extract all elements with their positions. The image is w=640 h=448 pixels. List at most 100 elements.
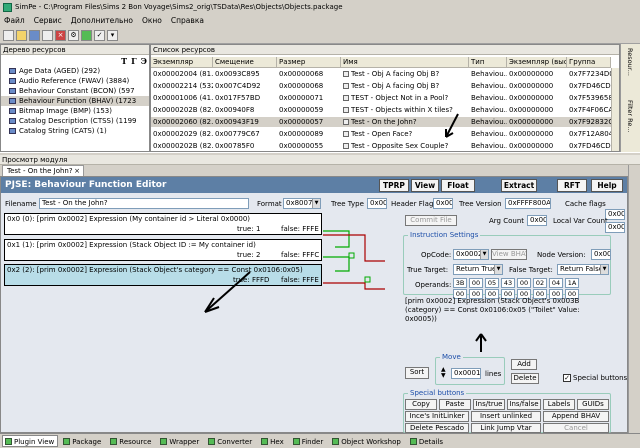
table-row[interactable]: 0x00002029 (82... 0x00779C67 0x00000089 Tes… <box>151 129 611 139</box>
tab-converter[interactable]: Converter <box>205 435 256 447</box>
tprp-button[interactable]: TPRP <box>379 179 409 192</box>
guids-button[interactable]: GUIDs <box>577 399 609 410</box>
tab-wrapper[interactable]: Wrapper <box>157 435 203 447</box>
table-row-selected[interactable]: 0x00002060 (82... 0x00943F19 0x00000057 Tes… <box>151 117 611 127</box>
tree-item[interactable]: Audio Reference (FWAV) (3884) <box>1 76 149 86</box>
column-header-instance-high[interactable]: Экземпляр (выс) <box>507 57 567 68</box>
tab-object-workshop[interactable]: Object Workshop <box>329 435 405 447</box>
delete-pescado-button[interactable]: Delete Pescado <box>405 423 469 433</box>
tree-type-icon[interactable]: T <box>121 56 127 66</box>
table-row[interactable]: 0x0000202B (82... 0x00785F0 0x00000055 Test… <box>151 141 611 151</box>
column-header-instance[interactable]: Экземпляр <box>151 57 213 68</box>
tab-hex[interactable]: Hex <box>258 435 288 447</box>
rft-button[interactable]: RFT <box>557 179 587 192</box>
tree-group-icon[interactable]: Г <box>131 56 137 66</box>
operand-byte[interactable]: 43 <box>501 278 515 288</box>
tab-finder[interactable]: Finder <box>290 435 328 447</box>
operand-byte[interactable]: 3B <box>453 278 467 288</box>
tab-details[interactable]: Details <box>407 435 447 447</box>
document-tab[interactable]: Test - On the John? × <box>2 165 84 176</box>
tree-instance-icon[interactable]: Э <box>141 56 147 66</box>
float-button[interactable]: Float <box>441 179 475 192</box>
insert-false-button[interactable]: Ins/false <box>507 399 541 410</box>
tab-resource[interactable]: Resource <box>107 435 155 447</box>
special-buttons-checkbox[interactable]: ✓ <box>563 374 571 382</box>
arg-count-input[interactable]: 0x00 <box>527 215 547 226</box>
delete-button[interactable]: Delete <box>511 373 539 384</box>
tree-item-selected[interactable]: Behaviour Function (BHAV) (1723 <box>1 96 149 106</box>
open-folder-icon[interactable] <box>16 30 27 41</box>
column-header-name[interactable]: Имя <box>341 57 469 68</box>
link-jump-button[interactable]: Link Jump Vtar <box>471 423 541 433</box>
operand-byte[interactable]: 05 <box>485 278 499 288</box>
dock-tab-resource[interactable]: Resour... <box>626 48 634 76</box>
check-icon[interactable]: ✓ <box>94 30 105 41</box>
menu-file[interactable]: Файл <box>4 16 25 25</box>
view-bhav-button[interactable]: View BHAV <box>491 249 527 260</box>
labels-button[interactable]: Labels <box>543 399 575 410</box>
local-var-input[interactable]: 0x00 <box>605 222 625 233</box>
cache-flags-input[interactable]: 0x00 <box>605 209 625 220</box>
view-button[interactable]: View <box>411 179 439 192</box>
false-target-select[interactable]: Return False ▼ <box>557 264 609 275</box>
menu-window[interactable]: Окно <box>142 16 162 25</box>
toolbar-dropdown-icon[interactable]: ▾ <box>107 30 118 41</box>
table-row[interactable]: 0x00001006 (41... 0x017F57BD 0x00000071 TES… <box>151 93 611 103</box>
tree-item[interactable]: Bitmap Image (BMP) (153) <box>1 106 149 116</box>
move-lines-input[interactable]: 0x0001 <box>451 368 481 379</box>
tree-item[interactable]: Behaviour Constant (BCON) (597 <box>1 86 149 96</box>
tree-item[interactable]: Catalog String (CATS) (1) <box>1 126 149 136</box>
init-linker-button[interactable]: Ince's InitLinker <box>405 411 469 422</box>
new-icon[interactable] <box>3 30 14 41</box>
menu-help[interactable]: Справка <box>171 16 204 25</box>
help-button[interactable]: Help <box>591 179 623 192</box>
append-bhav-button[interactable]: Append BHAV <box>543 411 609 422</box>
copy-button[interactable]: Copy <box>405 399 437 410</box>
tree-type-input[interactable]: 0x00 <box>367 198 387 209</box>
operand-byte[interactable]: 00 <box>517 278 531 288</box>
table-row[interactable]: 0x0000202B (82... 0x00940F8 0x00000059 TEST… <box>151 105 611 115</box>
instruction-row[interactable]: 0x1 (1): [prim 0x0002] Expression (Stack… <box>4 239 322 261</box>
operand-byte[interactable]: 1A <box>565 278 579 288</box>
insert-unlinked-button[interactable]: Insert unlinked <box>471 411 541 422</box>
insert-true-button[interactable]: Ins/true <box>473 399 505 410</box>
table-row[interactable]: 0x00002214 (532...0x007C4D92 0x00000068 Te… <box>151 81 611 91</box>
gear-icon[interactable]: ⚙ <box>68 30 79 41</box>
refresh-icon[interactable] <box>81 30 92 41</box>
tree-item[interactable]: Catalog Description (CTSS) (1199 <box>1 116 149 126</box>
instruction-row[interactable]: 0x0 (0): [prim 0x0002] Expression (My co… <box>4 213 322 235</box>
column-header-size[interactable]: Размер <box>277 57 341 68</box>
sort-button[interactable]: Sort <box>405 367 429 379</box>
tab-package[interactable]: Package <box>60 435 105 447</box>
true-target-select[interactable]: Return True ▼ <box>453 264 503 275</box>
header-flag-input[interactable]: 0x00 <box>433 198 453 209</box>
filename-input[interactable]: Test - On the John? <box>39 198 249 209</box>
tab-plugin-view[interactable]: Plugin View <box>2 435 59 447</box>
commit-file-button[interactable]: Commit File <box>405 215 457 226</box>
add-button[interactable]: Add <box>511 359 537 370</box>
extract-button[interactable]: Extract <box>501 179 537 192</box>
move-down-icon[interactable]: ▼ <box>441 372 446 379</box>
menu-extra[interactable]: Дополнительно <box>71 16 133 25</box>
menu-tools[interactable]: Сервис <box>34 16 62 25</box>
dock-tab-filter[interactable]: Filter Re... <box>626 100 634 133</box>
operand-byte[interactable]: 00 <box>469 278 483 288</box>
instruction-row-selected[interactable]: 0x2 (2): [prim 0x0002] Expression (Stack… <box>4 264 322 286</box>
resource-list-scrollbar[interactable] <box>611 68 619 151</box>
cancel-button[interactable]: Cancel <box>543 423 609 433</box>
column-header-group[interactable]: Группа <box>567 57 611 68</box>
operand-byte[interactable]: 04 <box>549 278 563 288</box>
tree-item[interactable]: Age Data (AGED) (292) <box>1 66 149 76</box>
opcode-select[interactable]: 0x0002 ▼ <box>453 249 489 260</box>
tree-version-input[interactable]: 0xFFFF800A <box>505 198 551 209</box>
save-as-icon[interactable] <box>42 30 53 41</box>
operand-byte[interactable]: 02 <box>533 278 547 288</box>
close-icon[interactable]: × <box>55 30 66 41</box>
paste-button[interactable]: Paste <box>439 399 471 410</box>
column-header-type[interactable]: Тип <box>469 57 507 68</box>
node-version-input[interactable]: 0x00 <box>591 249 611 260</box>
format-select[interactable]: 0x8007 ▼ <box>283 198 321 209</box>
table-row[interactable]: 0x00002004 (81... 0x0093C895 0x00000068 Tes… <box>151 69 611 79</box>
save-icon[interactable] <box>29 30 40 41</box>
column-header-offset[interactable]: Смещение <box>213 57 277 68</box>
